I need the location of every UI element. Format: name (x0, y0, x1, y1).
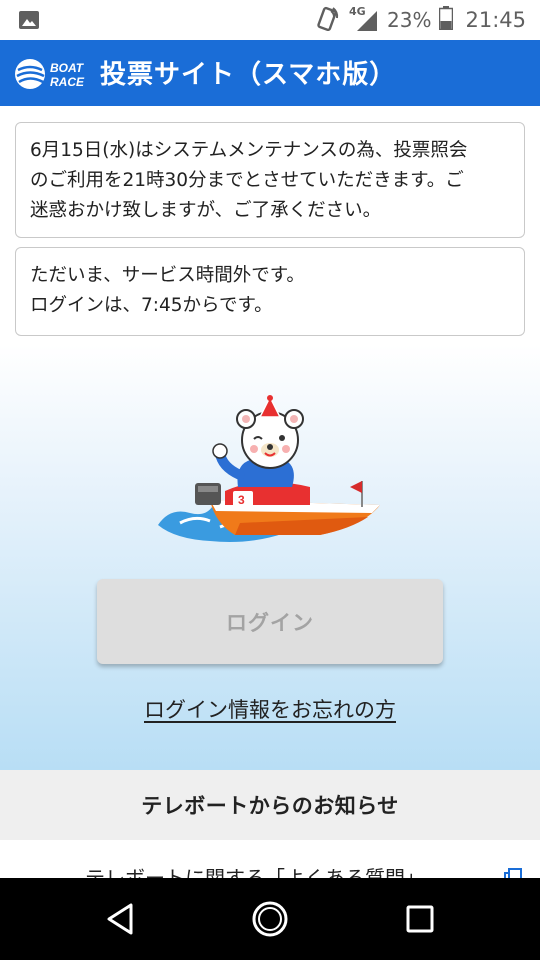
maintenance-notice-text: 6月15日(水)はシステムメンテナンスの為、投票照会 のご利用を21時30分まで… (30, 140, 468, 221)
status-bar: 4G 23% 21:45 (0, 0, 540, 40)
boat-race-logo[interactable]: BOAT RACE (14, 54, 88, 94)
page-title: 投票サイト（スマホ版） (100, 60, 397, 90)
login-button-label: ログイン (226, 611, 314, 635)
boat-number: 3 (238, 493, 245, 507)
back-icon[interactable] (101, 899, 141, 939)
recent-apps-icon[interactable] (400, 899, 440, 939)
battery-icon (439, 6, 454, 34)
clock: 21:45 (465, 8, 526, 32)
forgot-login-info-text: ログイン情報をお忘れの方 (144, 698, 396, 722)
service-hours-notice: ただいま、サービス時間外です。 ログインは、7:45からです。 (15, 247, 525, 336)
nfc-icon (315, 5, 341, 35)
battery-percent: 23% (387, 8, 432, 32)
maintenance-notice: 6月15日(水)はシステムメンテナンスの為、投票照会 のご利用を21時30分まで… (15, 122, 525, 238)
teleboat-news-header: テレボートからのお知らせ (0, 770, 540, 840)
mascot-boat-illustration: 3 (150, 395, 390, 550)
system-navigation-bar (0, 878, 540, 960)
service-hours-notice-text: ただいま、サービス時間外です。 ログインは、7:45からです。 (30, 265, 305, 316)
logo-text-boat: BOAT (50, 61, 85, 75)
faq-link-text[interactable]: テレボートに関する「よくある質問」 (85, 862, 425, 878)
forgot-login-info-link[interactable]: ログイン情報をお忘れの方 (0, 694, 540, 724)
app-header: BOAT RACE 投票サイト（スマホ版） (0, 40, 540, 106)
teleboat-news-title: テレボートからのお知らせ (141, 794, 399, 818)
logo-text-race: RACE (50, 75, 85, 89)
image-icon (18, 10, 40, 34)
external-link-icon (503, 868, 523, 878)
signal-icon: 4G (349, 5, 379, 33)
home-icon[interactable] (250, 899, 290, 939)
faq-link-row[interactable]: テレボートに関する「よくある質問」 (0, 840, 540, 878)
login-button[interactable]: ログイン (97, 579, 443, 664)
